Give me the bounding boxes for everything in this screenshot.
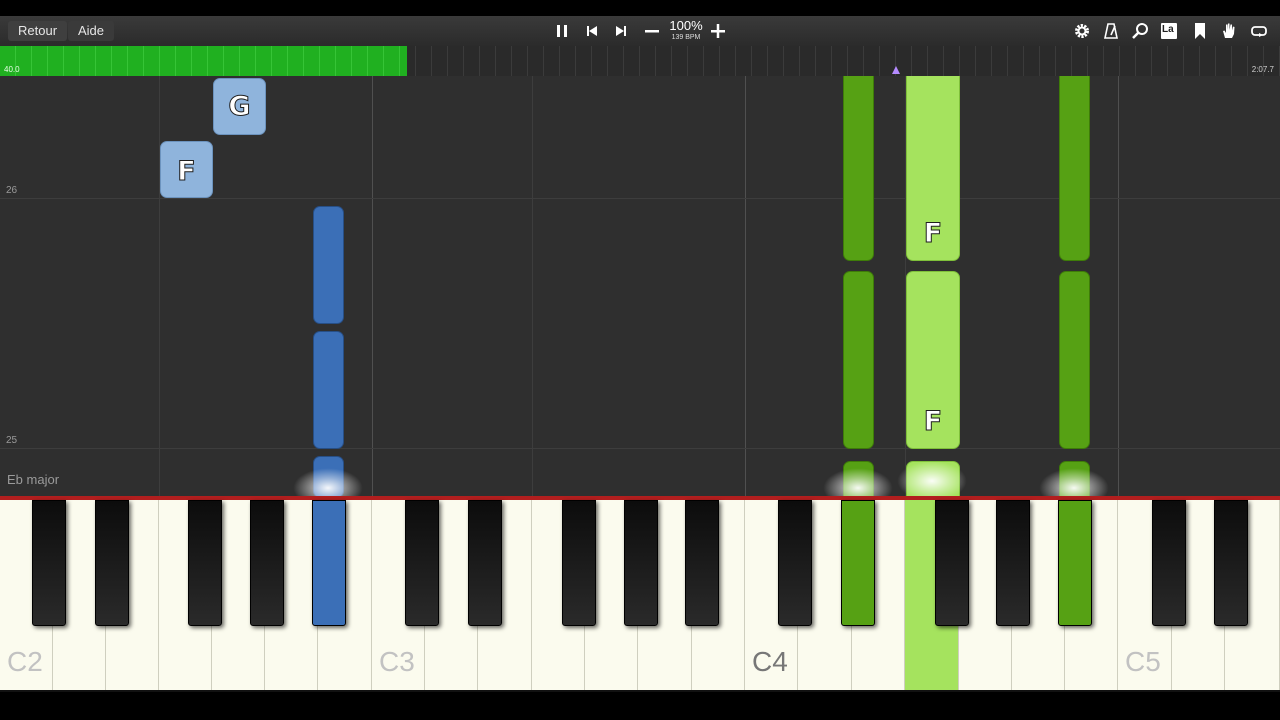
skip-forward-icon[interactable] xyxy=(612,22,630,40)
note-label: F xyxy=(923,406,943,438)
plus-icon[interactable] xyxy=(709,22,727,40)
grid-line xyxy=(372,76,373,496)
label-icon-text: La xyxy=(1162,24,1174,35)
piano-keyboard: C2 C3 C4 C5 xyxy=(0,500,1280,692)
measure-line xyxy=(0,448,1280,449)
grid-line xyxy=(1118,76,1119,496)
metronome-icon[interactable] xyxy=(1102,22,1120,40)
black-key[interactable] xyxy=(250,500,284,626)
key-label-c5: C5 xyxy=(1125,646,1161,677)
current-position: 40.0 xyxy=(4,65,20,74)
note-label: G xyxy=(228,91,251,123)
note-label: F xyxy=(177,156,196,188)
note-f: F xyxy=(160,141,213,198)
grid-line xyxy=(159,76,160,496)
note-left-hand xyxy=(313,331,344,449)
black-key[interactable] xyxy=(624,500,658,626)
speed-readout: 100% 139 BPM xyxy=(666,19,706,42)
magnifier-icon[interactable] xyxy=(1131,22,1149,40)
song-duration: 2:07.7 xyxy=(1251,65,1274,74)
black-key[interactable] xyxy=(996,500,1030,626)
measure-number: 25 xyxy=(6,435,18,446)
hit-glow xyxy=(1039,468,1109,496)
black-key[interactable] xyxy=(562,500,596,626)
key-signature: Eb major xyxy=(7,472,60,487)
black-key[interactable] xyxy=(188,500,222,626)
note-label: F xyxy=(923,218,943,250)
note-right-hand xyxy=(1059,271,1090,449)
back-button[interactable]: Retour xyxy=(8,21,68,41)
grid-line xyxy=(745,76,746,496)
black-key[interactable] xyxy=(1152,500,1186,626)
progress-fill xyxy=(0,46,408,76)
speed-percent: 100% xyxy=(669,18,703,33)
skip-back-icon[interactable] xyxy=(583,22,601,40)
speed-bpm: 139 BPM xyxy=(671,34,701,41)
note-right-hand xyxy=(1059,76,1090,261)
note-left-hand xyxy=(313,206,344,324)
falling-notes-area: 26 25 Eb major G F F F xyxy=(0,76,1280,496)
song-progress-bar[interactable]: 40.0 2:07.7 xyxy=(0,46,1280,76)
note-f-green: F xyxy=(906,271,960,449)
black-key[interactable] xyxy=(935,500,969,626)
bookmark-marker[interactable] xyxy=(892,66,900,74)
label-icon[interactable]: La xyxy=(1160,22,1178,40)
black-key[interactable] xyxy=(685,500,719,626)
note-g: G xyxy=(213,78,266,135)
black-key[interactable] xyxy=(778,500,812,626)
gear-icon[interactable] xyxy=(1073,22,1091,40)
black-key[interactable] xyxy=(1214,500,1248,626)
note-right-hand xyxy=(843,76,874,261)
hit-glow xyxy=(293,468,363,496)
bottom-bar xyxy=(0,692,1280,720)
black-key[interactable] xyxy=(405,500,439,626)
top-toolbar: Retour Aide 100% 139 BPM La xyxy=(0,16,1280,46)
grid-line xyxy=(532,76,533,496)
key-label-c2: C2 xyxy=(7,646,43,677)
black-key-pressed[interactable] xyxy=(312,500,346,626)
black-key[interactable] xyxy=(468,500,502,626)
minus-icon[interactable] xyxy=(643,22,661,40)
hit-glow xyxy=(823,468,893,496)
note-right-hand xyxy=(843,271,874,449)
key-label-c3: C3 xyxy=(379,646,415,677)
note-f-green: F xyxy=(906,76,960,261)
black-key[interactable] xyxy=(95,500,129,626)
black-key-pressed[interactable] xyxy=(841,500,875,626)
pause-icon[interactable] xyxy=(553,22,571,40)
loop-icon[interactable] xyxy=(1250,22,1268,40)
hand-icon[interactable] xyxy=(1220,22,1238,40)
key-label-c4: C4 xyxy=(752,646,788,677)
hit-glow xyxy=(897,461,967,496)
black-key-pressed[interactable] xyxy=(1058,500,1092,626)
help-button[interactable]: Aide xyxy=(68,21,115,41)
bookmark-icon[interactable] xyxy=(1191,22,1209,40)
black-key[interactable] xyxy=(32,500,66,626)
measure-number: 26 xyxy=(6,185,18,196)
